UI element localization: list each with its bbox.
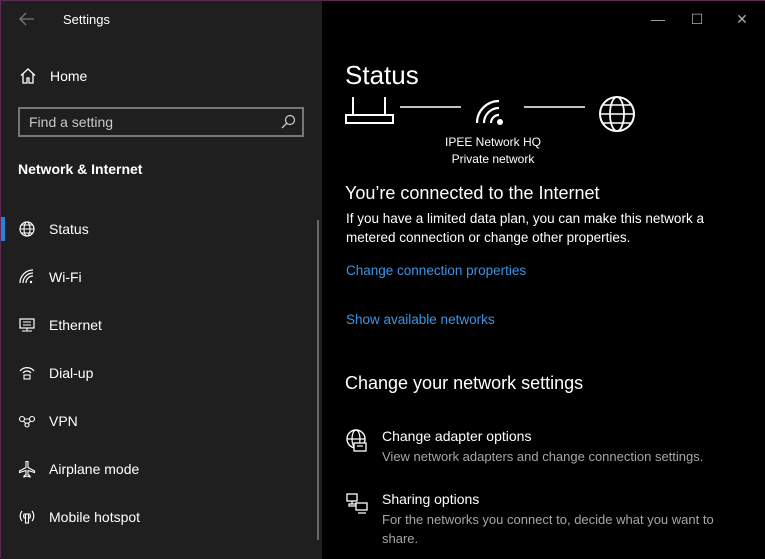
wifi-signal-icon <box>475 99 503 125</box>
sidebar-item-label: Airplane mode <box>49 461 140 477</box>
back-button[interactable] <box>15 9 39 29</box>
search-icon[interactable] <box>280 114 296 130</box>
computer-icon <box>345 97 394 124</box>
active-indicator <box>1 217 5 241</box>
adapter-icon <box>346 429 367 452</box>
globe-icon <box>19 221 35 237</box>
page-title: Status <box>345 60 419 90</box>
sidebar-item-label: VPN <box>49 413 78 429</box>
option-title: Change adapter options <box>382 428 532 444</box>
internet-globe-icon <box>599 96 635 132</box>
sidebar-nav: Status Wi-Fi Ethernet Dial-up VPN Airpla… <box>1 205 322 541</box>
sidebar-item-label: Ethernet <box>49 317 102 333</box>
dialup-icon <box>19 367 35 380</box>
connected-description: If you have a limited data plan, you can… <box>346 211 704 245</box>
show-available-networks-link[interactable]: Show available networks <box>346 312 495 327</box>
sidebar-item-status[interactable]: Status <box>1 205 322 253</box>
network-type: Private network <box>451 152 535 166</box>
sidebar-item-mobile-hotspot[interactable]: Mobile hotspot <box>1 493 322 541</box>
sidebar-item-vpn[interactable]: VPN <box>1 397 322 445</box>
back-arrow-icon <box>19 12 34 26</box>
sidebar: Settings Home Network & Internet <box>1 1 322 559</box>
change-connection-properties-link[interactable]: Change connection properties <box>346 263 526 278</box>
home-label: Home <box>50 68 88 84</box>
sidebar-item-dialup[interactable]: Dial-up <box>1 349 322 397</box>
network-info: IPEE Network HQ Private network <box>422 134 564 168</box>
sidebar-item-airplane-mode[interactable]: Airplane mode <box>1 445 322 493</box>
maximize-button[interactable]: ☐ <box>682 7 712 31</box>
sidebar-scrollbar[interactable] <box>317 220 319 540</box>
sidebar-item-label: Dial-up <box>49 365 94 381</box>
close-button[interactable]: ✕ <box>727 7 757 31</box>
option-description: For the networks you connect to, decide … <box>382 512 714 546</box>
search-input[interactable] <box>20 109 279 135</box>
airplane-icon <box>18 460 36 478</box>
change-adapter-options[interactable]: Change adapter options View network adap… <box>345 428 755 468</box>
title-bar: Settings <box>1 1 322 37</box>
home-icon <box>20 68 36 84</box>
option-description: View network adapters and change connect… <box>382 449 704 464</box>
sidebar-item-ethernet[interactable]: Ethernet <box>1 301 322 349</box>
sharing-icon <box>346 493 368 514</box>
change-network-settings-heading: Change your network settings <box>345 373 584 393</box>
minimize-button[interactable]: — <box>643 7 673 31</box>
network-name: IPEE Network HQ <box>444 135 542 149</box>
hotspot-icon <box>19 510 35 524</box>
sharing-options[interactable]: Sharing options For the networks you con… <box>345 491 755 546</box>
vpn-icon <box>18 415 36 428</box>
sidebar-item-label: Wi-Fi <box>49 269 82 285</box>
search-box[interactable] <box>18 107 304 137</box>
sidebar-item-wifi[interactable]: Wi-Fi <box>1 253 322 301</box>
section-title: Network & Internet <box>18 161 143 177</box>
main-content: — ☐ ✕ Status IPEE Network HQ Private net… <box>322 1 765 559</box>
connection-diagram <box>345 96 635 132</box>
sidebar-item-label: Mobile hotspot <box>49 509 141 525</box>
app-title: Settings <box>63 12 110 27</box>
home-nav-item[interactable]: Home <box>1 63 322 91</box>
wifi-icon <box>19 269 34 284</box>
option-title: Sharing options <box>382 491 480 507</box>
sidebar-item-label: Status <box>49 221 89 237</box>
connected-heading: You’re connected to the Internet <box>345 183 600 203</box>
ethernet-icon <box>19 318 35 332</box>
settings-window: Settings Home Network & Internet <box>0 0 765 559</box>
